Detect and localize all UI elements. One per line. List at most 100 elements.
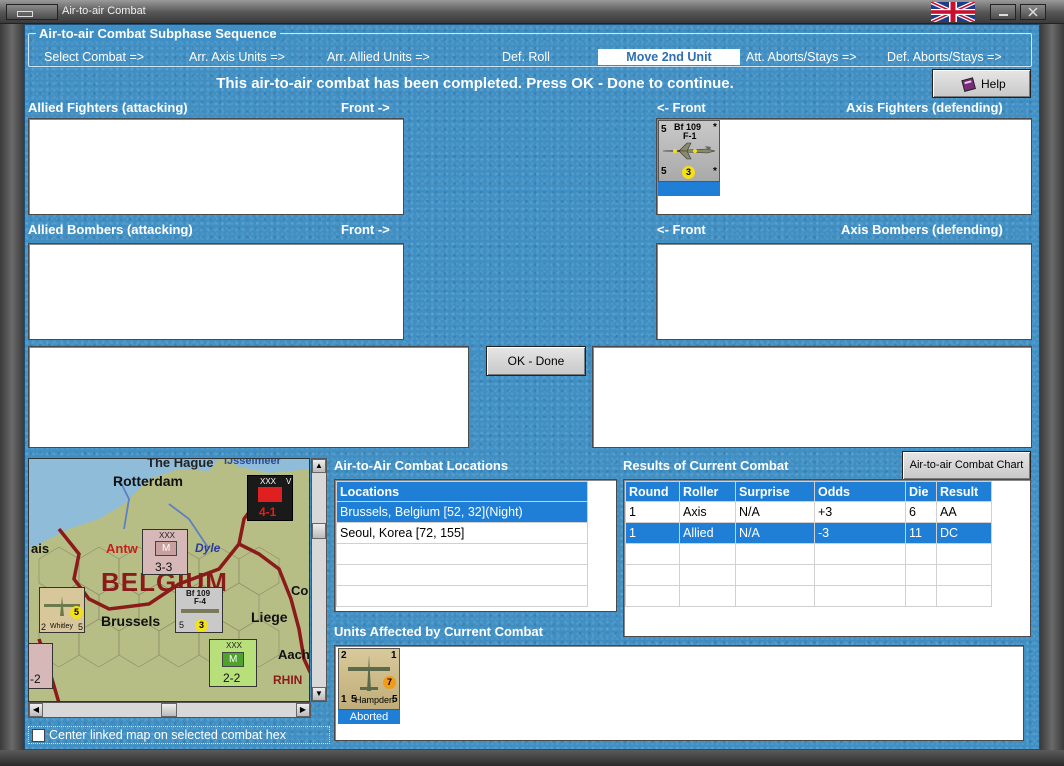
bottom-border	[0, 750, 1064, 766]
axis-fighter-counter[interactable]: 5 Bf 109 F-1 * 5 3 *	[658, 120, 720, 198]
axis-bombers-front: <- Front	[657, 222, 706, 237]
map-vertical-scrollbar[interactable]: ▲ ▼	[311, 458, 327, 702]
step-select-combat: Select Combat =>	[44, 50, 145, 64]
map-bf109-model: F-4	[194, 597, 206, 606]
map-label-dyle: Dyle	[195, 541, 221, 555]
scroll-up-arrow[interactable]: ▲	[312, 459, 326, 473]
location-cell	[336, 543, 588, 565]
results-label: Results of Current Combat	[623, 458, 789, 473]
counter-badge: 3	[682, 166, 695, 179]
axis-bombers-label: Axis Bombers (defending)	[841, 222, 1003, 237]
allied-bombers-label: Allied Bombers (attacking)	[28, 222, 193, 237]
allied-fighters-label: Allied Fighters (attacking)	[28, 100, 188, 115]
col-die: Die	[905, 481, 937, 502]
location-row[interactable]: Seoul, Korea [72, 155]	[336, 522, 588, 544]
affected-label: Units Affected by Current Combat	[334, 624, 543, 639]
combat-chart-button[interactable]: Air-to-air Combat Chart	[902, 451, 1031, 480]
map-bf109-unit[interactable]: Bf 109 F-4 5 3	[175, 587, 223, 633]
cell: N/A	[735, 522, 815, 544]
cell: 1	[625, 522, 680, 544]
map-label-ijsselmeer: IJsselmeer	[224, 458, 281, 467]
map-label-hague: The Hague	[147, 458, 214, 470]
location-row[interactable]	[336, 585, 588, 607]
hampden-bottom-left: 1	[341, 694, 347, 705]
allied-info-box	[28, 346, 469, 448]
map-label-liege: Liege	[251, 609, 288, 625]
cell: 11	[905, 522, 937, 544]
location-row[interactable]	[336, 564, 588, 586]
results-row[interactable]	[625, 585, 992, 607]
cell: AA	[936, 501, 992, 523]
location-cell: Brussels, Belgium [52, 32](Night)	[336, 501, 588, 523]
h-scroll-thumb[interactable]	[161, 703, 177, 717]
results-row[interactable]	[625, 564, 992, 586]
map-label-ais: ais	[31, 541, 50, 556]
location-cell: Seoul, Korea [72, 155]	[336, 522, 588, 544]
subphase-legend: Air-to-air Combat Subphase Sequence	[36, 26, 280, 41]
left-border	[0, 24, 24, 752]
close-button[interactable]	[1020, 4, 1046, 20]
linked-map[interactable]: The Hague IJsselmeer Rotterdam ais Antw …	[28, 458, 310, 702]
allied-bombers-box[interactable]	[28, 243, 404, 340]
close-icon	[1028, 7, 1038, 17]
map-whitley-unit[interactable]: 5 2 Whitley 5	[39, 587, 85, 633]
map-label-co: Co	[291, 583, 309, 598]
minimize-button[interactable]	[990, 4, 1016, 20]
whitley-right: 5	[78, 622, 84, 632]
map-label-rhin: RHIN	[273, 673, 303, 687]
title-bar[interactable]: Air-to-air Combat	[0, 0, 1064, 24]
infantry-xxx: XXX	[159, 531, 176, 540]
results-row[interactable]: 1 Axis N/A +3 6 AA	[625, 501, 992, 523]
map-edge-unit[interactable]: -2	[29, 643, 53, 689]
help-label: Help	[981, 77, 1006, 91]
counter-unit-model: F-1	[683, 131, 697, 141]
allied-bombers-front: Front ->	[341, 222, 390, 237]
affected-units-box[interactable]	[334, 645, 1024, 741]
location-row[interactable]: Brussels, Belgium [52, 32](Night)	[336, 501, 588, 523]
axis-fighters-front: <- Front	[657, 100, 706, 115]
scroll-right-arrow[interactable]: ▶	[296, 703, 310, 717]
hampden-counter[interactable]: 2 1 7 1 5 Hampden 5 Aborted	[338, 648, 400, 726]
map-green-unit[interactable]: XXX M 2-2	[209, 639, 257, 687]
cell: Axis	[679, 501, 736, 523]
location-row[interactable]	[336, 543, 588, 565]
results-list[interactable]: Round Roller Surprise Odds Die Result 1 …	[623, 479, 1031, 637]
armor-symbol	[258, 487, 282, 502]
map-armor-unit[interactable]: XXX V 4-1	[247, 475, 293, 521]
system-menu-button[interactable]	[6, 4, 58, 20]
map-infantry-unit[interactable]: XXX M 3-3	[142, 529, 188, 575]
results-row[interactable]: 1 Allied N/A -3 11 DC	[625, 522, 992, 544]
axis-info-box	[592, 346, 1032, 448]
scroll-down-arrow[interactable]: ▼	[312, 687, 326, 701]
center-map-label: Center linked map on selected combat hex	[49, 728, 286, 742]
step-def-aborts: Def. Aborts/Stays =>	[887, 50, 1002, 64]
step-arr-axis-units: Arr. Axis Units =>	[189, 50, 285, 64]
center-map-checkbox[interactable]	[32, 729, 45, 742]
allied-fighters-box[interactable]	[28, 118, 404, 215]
center-map-checkbox-row[interactable]: Center linked map on selected combat hex	[28, 726, 330, 744]
edge-value: -2	[30, 672, 41, 686]
whitley-badge: 5	[70, 606, 83, 619]
help-button[interactable]: Help	[932, 69, 1031, 98]
green-value: 2-2	[223, 671, 241, 685]
axis-bombers-box[interactable]	[656, 243, 1032, 340]
help-book-icon	[961, 77, 976, 92]
v-scroll-thumb[interactable]	[312, 523, 326, 539]
step-def-roll: Def. Roll	[502, 50, 550, 64]
bf109-plane-icon	[662, 142, 716, 160]
locations-label: Air-to-Air Combat Locations	[334, 458, 509, 473]
axis-fighters-label: Axis Fighters (defending)	[846, 100, 1003, 115]
cell: 6	[905, 501, 937, 523]
locations-list[interactable]: Locations Brussels, Belgium [52, 32](Nig…	[334, 479, 617, 612]
step-move-2nd-unit: Move 2nd Unit	[598, 49, 740, 65]
step-arr-allied-units: Arr. Allied Units =>	[327, 50, 430, 64]
location-cell	[336, 585, 588, 607]
scroll-left-arrow[interactable]: ◀	[29, 703, 43, 717]
results-row[interactable]	[625, 543, 992, 565]
whitley-left: 2	[41, 622, 47, 632]
location-cell	[336, 564, 588, 586]
allied-fighters-front: Front ->	[341, 100, 390, 115]
map-horizontal-scrollbar[interactable]: ◀ ▶	[28, 702, 311, 718]
col-roller: Roller	[679, 481, 736, 502]
ok-done-button[interactable]: OK - Done	[486, 346, 586, 376]
